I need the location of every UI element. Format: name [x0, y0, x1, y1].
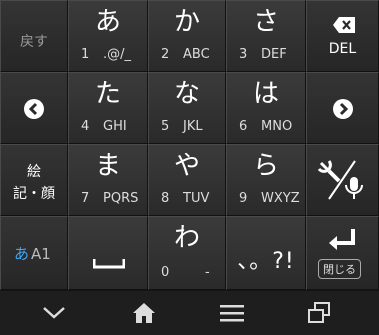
input-mode-key[interactable]: あ A1: [0, 216, 68, 290]
input-mode-alnum: A1: [31, 245, 51, 263]
emoji-key[interactable]: 絵 記・顔: [0, 144, 68, 216]
key-ya-kana: や: [173, 151, 200, 181]
key-a[interactable]: あ 1 .@/_: [68, 0, 148, 72]
key-ha-sub: MNO: [261, 119, 293, 134]
hide-keyboard-button[interactable]: [24, 291, 84, 335]
backspace-icon: [333, 17, 355, 33]
enter-close-key[interactable]: 閉じる: [306, 216, 379, 290]
key-ra-sub: WXYZ: [261, 191, 300, 206]
key-sa[interactable]: さ 3 DEF: [226, 0, 306, 72]
tools-voice-key[interactable]: [306, 144, 379, 216]
space-key[interactable]: [68, 216, 148, 290]
key-ka[interactable]: か 2 ABC: [148, 0, 226, 72]
right-arrow-icon: [333, 99, 353, 119]
enter-icon: [329, 229, 357, 251]
chevron-down-icon: [42, 306, 66, 320]
key-ma-kana: ま: [94, 151, 121, 181]
key-ka-sub: ABC: [183, 47, 210, 62]
close-keyboard-label: 閉じる: [318, 259, 361, 279]
recent-apps-icon: [308, 302, 330, 324]
key-ma[interactable]: ま 7 PQRS: [68, 144, 148, 216]
key-wa[interactable]: わ 0 -: [148, 216, 226, 290]
key-ya-sub: TUV: [183, 191, 210, 206]
left-arrow-icon: [24, 99, 44, 119]
punctuation-key[interactable]: 、。?!: [226, 216, 306, 290]
key-sa-kana: さ: [252, 7, 279, 37]
key-ha-num: 6: [239, 119, 248, 134]
key-wa-sub: -: [205, 265, 210, 280]
key-ha-kana: は: [252, 79, 279, 109]
menu-icon: [220, 304, 244, 322]
recent-apps-button[interactable]: [289, 291, 349, 335]
mic-icon: [317, 157, 367, 203]
key-ya[interactable]: や 8 TUV: [148, 144, 226, 216]
key-wa-num: 0: [161, 265, 170, 280]
key-a-num: 1: [81, 47, 90, 62]
key-na-num: 5: [161, 119, 170, 134]
key-sa-num: 3: [239, 47, 248, 62]
key-na[interactable]: な 5 JKL: [148, 72, 226, 144]
keyboard: 戻す あ 1 .@/_ か 2 ABC さ 3 DEF DEL た 4 GHI …: [0, 0, 379, 290]
delete-key[interactable]: DEL: [306, 0, 379, 72]
input-mode-kana: あ: [14, 245, 30, 263]
home-icon: [132, 302, 156, 324]
input-mode-label: あ A1: [14, 243, 51, 264]
space-icon: [93, 259, 125, 269]
key-ma-num: 7: [81, 191, 90, 206]
key-ta[interactable]: た 4 GHI: [68, 72, 148, 144]
key-ta-sub: GHI: [103, 119, 127, 134]
key-sa-sub: DEF: [261, 47, 287, 62]
cursor-left-key[interactable]: [0, 72, 68, 144]
key-a-kana: あ: [94, 7, 121, 37]
menu-button[interactable]: [202, 291, 262, 335]
navigation-bar: [0, 290, 379, 335]
key-a-sub: .@/_: [103, 47, 132, 62]
key-wa-kana: わ: [173, 223, 200, 253]
key-ra[interactable]: ら 9 WXYZ: [226, 144, 306, 216]
emoji-label-2: 記・顔: [13, 186, 55, 202]
key-ya-num: 8: [161, 191, 170, 206]
home-button[interactable]: [114, 291, 174, 335]
key-ta-kana: た: [94, 79, 121, 109]
delete-label: DEL: [328, 41, 357, 57]
key-na-sub: JKL: [183, 119, 203, 134]
key-ka-kana: か: [173, 7, 200, 37]
punctuation-label: 、。?!: [237, 249, 295, 274]
key-ra-kana: ら: [252, 151, 279, 181]
undo-label: 戻す: [20, 34, 48, 50]
emoji-label-1: 絵: [27, 164, 41, 180]
cursor-right-key[interactable]: [306, 72, 379, 144]
key-ta-num: 4: [81, 119, 90, 134]
key-ma-sub: PQRS: [103, 191, 139, 206]
key-na-kana: な: [173, 79, 200, 109]
key-ha[interactable]: は 6 MNO: [226, 72, 306, 144]
key-ra-num: 9: [239, 191, 248, 206]
undo-key[interactable]: 戻す: [0, 0, 68, 72]
key-ka-num: 2: [161, 47, 170, 62]
